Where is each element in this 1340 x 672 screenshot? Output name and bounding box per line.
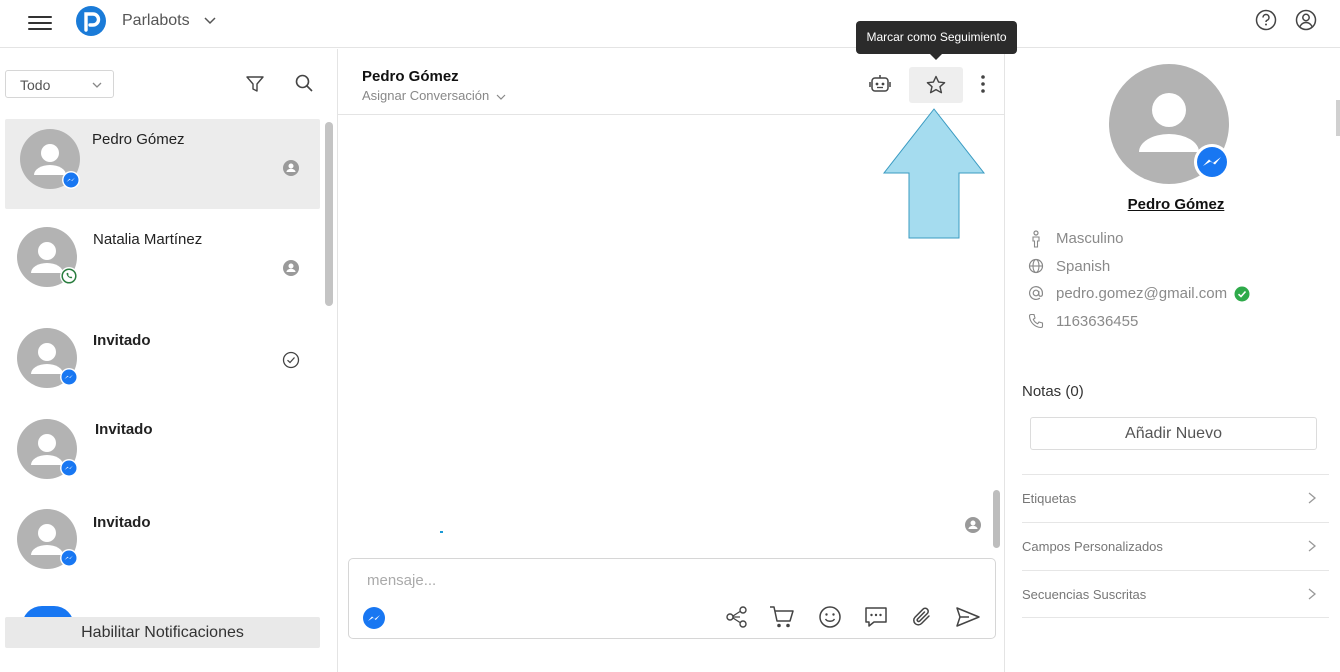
enable-notifications-button[interactable]: Habilitar Notificaciones [5,617,320,648]
message-composer [348,558,996,639]
chevron-down-icon [496,94,506,100]
search-icon[interactable] [294,73,314,93]
flow-icon[interactable] [725,605,749,629]
account-icon[interactable] [1295,9,1317,31]
contact-name: Pedro Gómez [92,131,185,148]
globe-icon [1028,258,1044,274]
workspace-name[interactable]: Parlabots [122,12,190,30]
emoji-icon[interactable] [818,605,842,629]
section-label: Secuencias Suscritas [1022,587,1147,602]
section-custom-fields[interactable]: Campos Personalizados [1022,522,1329,570]
cart-icon[interactable] [769,605,795,629]
parlabots-logo[interactable] [76,6,106,36]
conversation-item[interactable]: Invitado [5,318,320,408]
contact-name: Natalia Martínez [93,231,203,248]
check-circle-icon [282,351,300,369]
star-icon [926,75,946,94]
conversation-item[interactable]: Invitado [5,409,320,499]
filter-dropdown[interactable]: Todo [5,70,114,98]
conversation-item[interactable]: Invitado [5,499,320,589]
chevron-down-icon[interactable] [203,13,217,27]
section-tags[interactable]: Etiquetas [1022,474,1329,522]
chat-header: Pedro Gómez Asignar Conversación [338,49,1005,115]
person-icon [1032,230,1040,248]
phone-value[interactable]: 1163636455 [1056,313,1138,330]
conversation-panel: Todo Pedro Gómez Natalia Martínez Invita… [0,49,338,672]
more-vertical-icon[interactable] [980,74,986,94]
user-icon [283,260,299,276]
chevron-right-icon [1308,492,1317,504]
whatsapp-icon [60,267,78,285]
user-icon [965,517,981,533]
top-bar: Parlabots [0,0,1340,48]
chevron-right-icon [1308,588,1317,600]
contact-name: Invitado [93,514,151,531]
bot-icon[interactable] [868,73,892,95]
language-value: Spanish [1056,258,1111,275]
contact-name: Invitado [95,421,153,438]
messenger-icon [60,368,78,386]
page-scrollbar[interactable] [1336,100,1340,136]
quick-reply-icon[interactable] [863,605,889,629]
messenger-icon [60,459,78,477]
chat-contact-name: Pedro Gómez [362,68,459,85]
verified-icon [1234,286,1250,302]
user-icon [283,160,299,176]
contact-details-panel: Pedro Gómez Masculino Spanish pedro.gome… [1006,49,1340,672]
messenger-icon [60,549,78,567]
attachment-icon[interactable] [910,605,934,629]
notes-title: Notas (0) [1022,383,1084,400]
messenger-icon [1194,144,1230,180]
message-marker [440,531,443,533]
email-value[interactable]: pedro.gomez@gmail.com [1056,285,1227,302]
chevron-down-icon [92,82,102,88]
phone-icon [1028,313,1044,329]
filter-value: Todo [20,77,51,93]
conversation-item[interactable]: Natalia Martínez [5,217,320,307]
conversation-item[interactable]: Pedro Gómez [5,119,320,209]
list-scrollbar[interactable] [325,122,333,306]
section-subscribed-sequences[interactable]: Secuencias Suscritas [1022,570,1329,618]
section-label: Etiquetas [1022,491,1077,506]
menu-icon[interactable] [28,12,52,34]
assign-label: Asignar Conversación [362,88,490,103]
at-icon [1029,286,1043,301]
assign-conversation-dropdown[interactable]: Asignar Conversación [362,88,506,103]
chevron-right-icon [1308,540,1317,552]
filter-icon[interactable] [245,74,265,94]
help-icon[interactable] [1255,9,1277,31]
section-label: Campos Personalizados [1022,539,1163,554]
annotation-arrow [882,108,986,239]
gender-value: Masculino [1056,230,1124,247]
profile-name[interactable]: Pedro Gómez [1006,196,1340,213]
mark-follow-up-button[interactable] [909,67,963,103]
messenger-icon[interactable] [362,606,386,630]
messenger-icon [62,171,80,189]
add-note-button[interactable]: Añadir Nuevo [1030,417,1317,450]
message-input[interactable] [367,569,867,591]
conversation-list: Pedro Gómez Natalia Martínez Invitado In… [0,117,322,617]
chat-scrollbar[interactable] [993,490,1000,548]
tooltip: Marcar como Seguimiento [856,21,1017,60]
contact-name: Invitado [93,332,151,349]
send-icon[interactable] [955,605,981,629]
